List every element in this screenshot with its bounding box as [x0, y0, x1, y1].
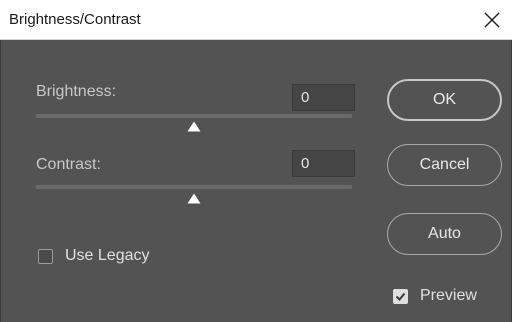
auto-button[interactable]: Auto	[387, 213, 502, 255]
brightness-label: Brightness:	[36, 83, 117, 100]
contrast-label: Contrast:	[36, 156, 101, 173]
window-title: Brightness/Contrast	[9, 11, 141, 28]
use-legacy-checkbox[interactable]	[38, 249, 53, 264]
use-legacy-label: Use Legacy	[65, 247, 150, 264]
cancel-button[interactable]: Cancel	[387, 144, 502, 186]
title-bar: Brightness/Contrast	[0, 0, 512, 40]
dialog-body: Brightness: 0 Contrast: 0 Use Legacy OK …	[0, 40, 512, 322]
contrast-slider-thumb[interactable]	[187, 193, 201, 204]
brightness-input[interactable]: 0	[292, 84, 355, 111]
close-button[interactable]	[472, 0, 512, 40]
preview-label: Preview	[420, 287, 477, 304]
contrast-input[interactable]: 0	[292, 150, 355, 177]
close-icon	[484, 12, 500, 28]
contrast-slider-track[interactable]	[36, 185, 352, 189]
brightness-slider-track[interactable]	[36, 114, 352, 118]
checkmark-icon	[395, 292, 406, 301]
preview-checkbox[interactable]	[393, 289, 408, 304]
brightness-slider-thumb[interactable]	[187, 121, 201, 132]
ok-button[interactable]: OK	[387, 79, 502, 121]
